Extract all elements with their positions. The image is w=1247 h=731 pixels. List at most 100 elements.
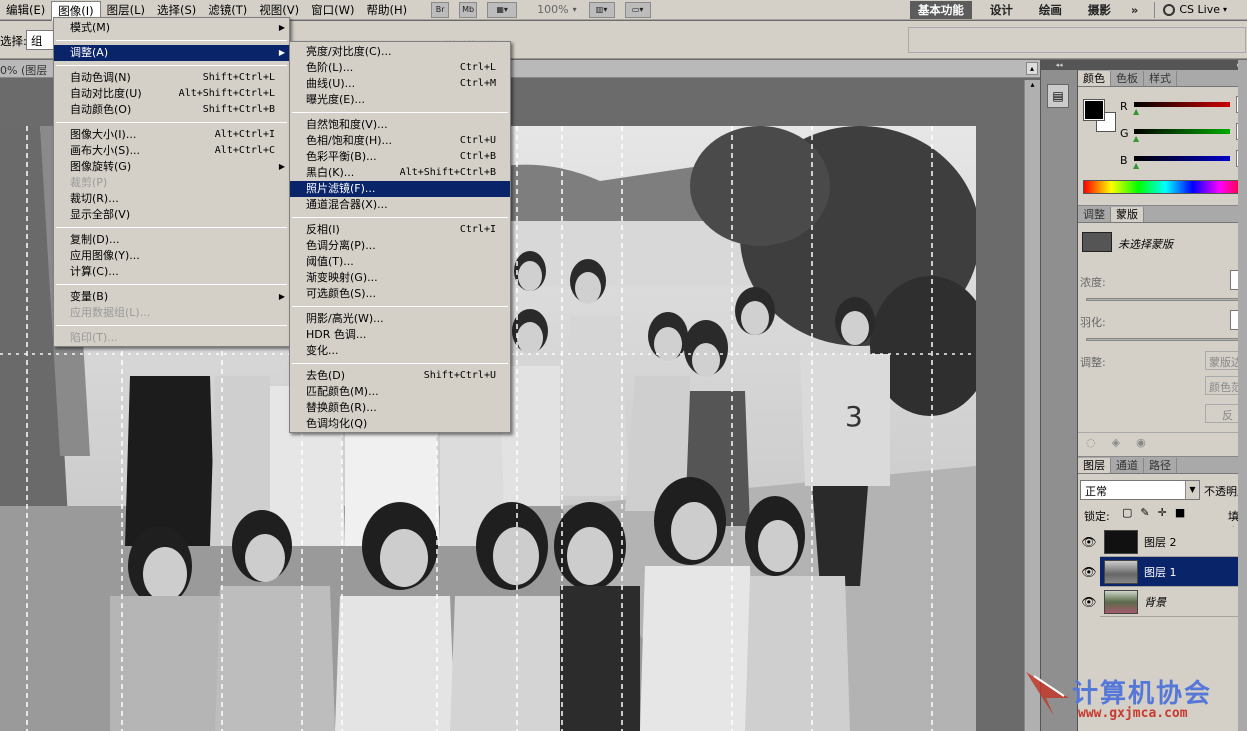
adjust-menu-item[interactable]: 渐变映射(G)...: [290, 270, 510, 286]
adjust-menu-item[interactable]: 去色(D) Shift+Ctrl+U: [290, 368, 510, 384]
density-slider[interactable]: [1086, 298, 1247, 301]
slider-thumb-icon[interactable]: ▲: [1133, 161, 1139, 170]
menu-help[interactable]: 帮助(H): [360, 1, 413, 19]
image-menu-item[interactable]: 裁切(R)...: [54, 191, 289, 207]
tab-paths[interactable]: 路径: [1144, 458, 1177, 473]
image-menu-item[interactable]: 画布大小(S)... Alt+Ctrl+C: [54, 143, 289, 159]
adjust-menu-item[interactable]: 亮度/对比度(C)...: [290, 44, 510, 60]
slider-thumb-icon[interactable]: ▲: [1133, 107, 1139, 116]
tab-channels[interactable]: 通道: [1111, 458, 1144, 473]
tab-color[interactable]: 颜色: [1078, 71, 1111, 86]
adjust-menu-item[interactable]: 阴影/高光(W)...: [290, 311, 510, 327]
image-menu-item[interactable]: 调整(A) ▶: [54, 45, 289, 61]
workspace-photography[interactable]: 摄影: [1080, 1, 1119, 19]
adjust-menu-item[interactable]: 色调均化(Q): [290, 416, 510, 432]
chevron-down-icon[interactable]: ▼: [1185, 481, 1199, 499]
menu-filter[interactable]: 滤镜(T): [202, 1, 253, 19]
tab-masks[interactable]: 蒙版: [1111, 207, 1144, 222]
feather-slider[interactable]: [1086, 338, 1247, 341]
tab-swatches[interactable]: 色板: [1111, 71, 1144, 86]
channel-slider[interactable]: [1134, 156, 1230, 161]
adjust-menu-item[interactable]: 变化...: [290, 343, 510, 359]
adjust-menu-item[interactable]: 色调分离(P)...: [290, 238, 510, 254]
more-workspaces-icon[interactable]: »: [1123, 1, 1146, 19]
adjust-menu-item[interactable]: 反相(I) Ctrl+I: [290, 222, 510, 238]
adjust-menu-item[interactable]: 色相/饱和度(H)... Ctrl+U: [290, 133, 510, 149]
screen-mode-icon[interactable]: ▭▾: [624, 1, 651, 18]
foreground-color-swatch[interactable]: [1083, 99, 1105, 121]
scroll-up-icon[interactable]: ▴: [1025, 80, 1040, 92]
disable-mask-icon[interactable]: ◉: [1136, 436, 1146, 449]
layer-name[interactable]: 背景: [1144, 594, 1166, 610]
image-menu-item[interactable]: 复制(D)...: [54, 232, 289, 248]
image-menu-item[interactable]: 变量(B) ▶: [54, 289, 289, 305]
lock-position-icon[interactable]: ✛: [1158, 506, 1167, 519]
minibridge-icon[interactable]: Mb: [459, 1, 478, 18]
adjust-menu-item[interactable]: 黑白(K)... Alt+Shift+Ctrl+B: [290, 165, 510, 181]
workspace-essentials[interactable]: 基本功能: [909, 0, 972, 19]
adjust-menu-item[interactable]: 自然饱和度(V)...: [290, 117, 510, 133]
cs-live-button[interactable]: CS Live ▾: [1163, 3, 1247, 16]
adjust-menu-item[interactable]: 匹配颜色(M)...: [290, 384, 510, 400]
image-menu-item[interactable]: 自动对比度(U) Alt+Shift+Ctrl+L: [54, 86, 289, 102]
adjust-menu-item[interactable]: 色彩平衡(B)... Ctrl+B: [290, 149, 510, 165]
menu-window[interactable]: 窗口(W): [305, 1, 360, 19]
load-selection-icon[interactable]: ◌: [1086, 436, 1096, 449]
image-menu-item[interactable]: 陷印(T)...: [54, 330, 289, 346]
document-tab[interactable]: 0% (图层: [0, 62, 47, 78]
image-menu-item[interactable]: 图像大小(I)... Alt+Ctrl+I: [54, 127, 289, 143]
vertical-scrollbar[interactable]: ▴: [1024, 80, 1040, 731]
image-menu-item[interactable]: 模式(M) ▶: [54, 20, 289, 36]
slider-thumb-icon[interactable]: ▲: [1133, 134, 1139, 143]
adjust-menu-item[interactable]: 阈值(T)...: [290, 254, 510, 270]
image-menu-item[interactable]: 应用数据组(L)...: [54, 305, 289, 321]
menu-edit[interactable]: 编辑(E): [0, 1, 51, 19]
image-menu-item[interactable]: 自动颜色(O) Shift+Ctrl+B: [54, 102, 289, 118]
layer-row[interactable]: 👁 背景: [1078, 586, 1247, 617]
adjust-menu-item[interactable]: 照片滤镜(F)...: [290, 181, 510, 197]
tab-layers[interactable]: 图层: [1078, 458, 1111, 473]
auto-select-dropdown[interactable]: 组: [26, 30, 54, 50]
layer-row[interactable]: 👁 图层 1: [1078, 556, 1247, 587]
arrange-documents-icon[interactable]: ▥▾: [588, 1, 615, 18]
visibility-eye-icon[interactable]: 👁: [1078, 586, 1100, 617]
color-spectrum-ramp[interactable]: [1083, 180, 1247, 194]
workspace-design[interactable]: 设计: [982, 1, 1021, 19]
adjust-menu-item[interactable]: 曲线(U)... Ctrl+M: [290, 76, 510, 92]
layer-row[interactable]: 👁 图层 2: [1078, 526, 1247, 557]
adjust-menu-item[interactable]: 色阶(L)... Ctrl+L: [290, 60, 510, 76]
apply-mask-icon[interactable]: ◈: [1112, 436, 1120, 449]
collapse-icon[interactable]: ◂◂: [1041, 60, 1077, 70]
channel-slider[interactable]: [1134, 102, 1230, 107]
menu-layer[interactable]: 图层(L): [101, 1, 151, 19]
tab-adjustments[interactable]: 调整: [1078, 207, 1111, 222]
image-menu-item[interactable]: 裁剪(P): [54, 175, 289, 191]
menu-view[interactable]: 视图(V): [253, 1, 305, 19]
layer-name[interactable]: 图层 2: [1144, 534, 1177, 550]
chevron-down-icon[interactable]: ▾: [573, 5, 577, 14]
image-menu-item[interactable]: 显示全部(V): [54, 207, 289, 223]
channel-slider[interactable]: [1134, 129, 1230, 134]
bridge-icon[interactable]: Br: [431, 1, 450, 18]
panel-collapse-icon[interactable]: ▸▸: [1078, 60, 1247, 70]
image-menu-item[interactable]: 自动色调(N) Shift+Ctrl+L: [54, 70, 289, 86]
tab-styles[interactable]: 样式: [1144, 71, 1177, 86]
lock-transparency-icon[interactable]: ▢: [1122, 506, 1132, 519]
lock-all-icon[interactable]: ■: [1175, 506, 1185, 519]
visibility-eye-icon[interactable]: 👁: [1078, 556, 1100, 587]
adjust-menu-item[interactable]: 曝光度(E)...: [290, 92, 510, 108]
view-extras-icon[interactable]: ▦▾: [487, 1, 518, 18]
adjust-menu-item[interactable]: 可选颜色(S)...: [290, 286, 510, 302]
image-menu-item[interactable]: 应用图像(Y)...: [54, 248, 289, 264]
blend-mode-dropdown[interactable]: 正常 ▼: [1080, 480, 1200, 500]
layer-name[interactable]: 图层 1: [1144, 564, 1177, 580]
scroll-up-icon[interactable]: ▴: [1026, 62, 1038, 75]
image-menu-item[interactable]: 计算(C)...: [54, 264, 289, 280]
visibility-eye-icon[interactable]: 👁: [1078, 526, 1100, 557]
workspace-painting[interactable]: 绘画: [1031, 1, 1070, 19]
adjust-menu-item[interactable]: 通道混合器(X)...: [290, 197, 510, 213]
lock-pixels-icon[interactable]: ✎: [1140, 506, 1149, 519]
menu-select[interactable]: 选择(S): [151, 1, 202, 19]
image-menu-item[interactable]: 图像旋转(G) ▶: [54, 159, 289, 175]
adjust-menu-item[interactable]: 替换颜色(R)...: [290, 400, 510, 416]
